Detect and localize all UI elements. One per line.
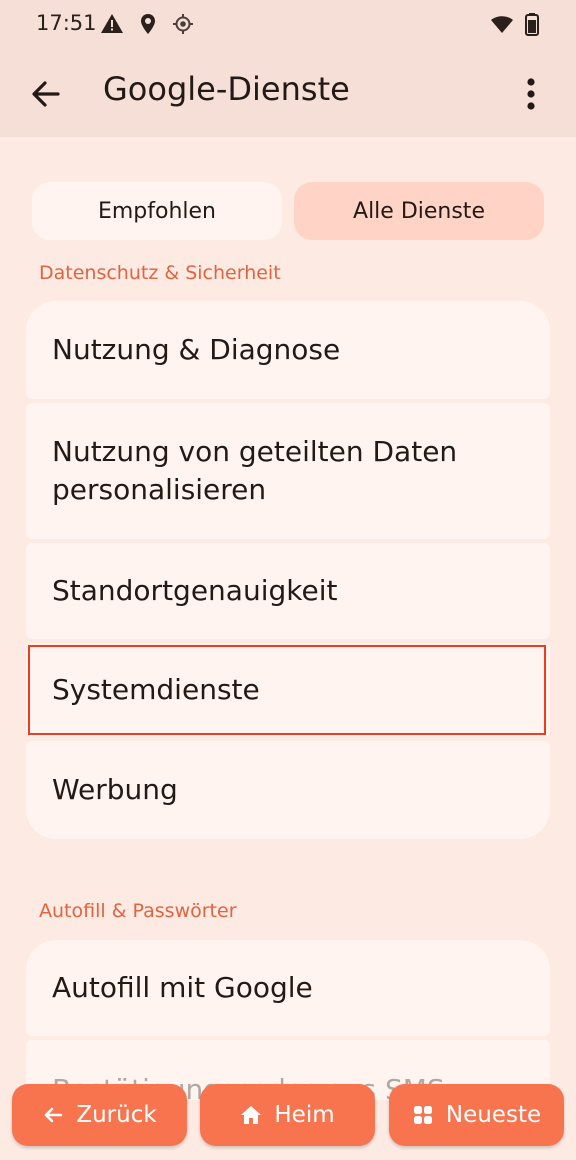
nav-recent-button[interactable]: Neueste — [389, 1084, 564, 1146]
home-icon — [241, 1106, 262, 1124]
gps-icon — [173, 14, 193, 34]
more-vert-icon[interactable] — [512, 74, 550, 114]
list-item-label: Autofill mit Google — [52, 971, 313, 1004]
list-item-standortgenauigkeit[interactable]: Standortgenauigkeit — [26, 543, 550, 639]
arrow-left-icon — [45, 1107, 63, 1123]
nav-back-button[interactable]: Zurück — [12, 1084, 187, 1146]
grid-icon — [413, 1106, 432, 1124]
location-pin-icon — [141, 14, 155, 34]
list-item-label: Nutzung & Diagnose — [52, 333, 341, 366]
list-item-geteilte-daten[interactable]: Nutzung von geteilten Daten personalisie… — [26, 403, 550, 539]
list-item-autofill-google[interactable]: Autofill mit Google — [26, 940, 550, 1036]
tab-label: Empfohlen — [97, 198, 217, 224]
tab-alle-dienste[interactable]: Alle Dienste — [294, 182, 544, 240]
app-bar: Google-Dienste — [0, 50, 576, 137]
warning-icon — [101, 14, 123, 33]
list-item-werbung[interactable]: Werbung — [26, 741, 550, 839]
list-item-label: Standortgenauigkeit — [52, 574, 338, 607]
list-item-nutzung-diagnose[interactable]: Nutzung & Diagnose — [26, 301, 550, 399]
wifi-icon — [491, 16, 513, 33]
nav-home-label: Heim — [274, 1102, 335, 1128]
tab-label: Alle Dienste — [353, 198, 485, 224]
section-header-datenschutz: Datenschutz & Sicherheit — [39, 262, 281, 284]
battery-icon — [525, 13, 539, 36]
nav-home-button[interactable]: Heim — [200, 1084, 375, 1146]
list-item-label: Systemdienste — [52, 673, 260, 706]
back-arrow-icon[interactable] — [26, 74, 66, 114]
page-title: Google-Dienste — [103, 70, 350, 108]
list-item-systemdienste[interactable]: Systemdienste — [26, 643, 550, 737]
nav-back-label: Zurück — [76, 1102, 157, 1128]
list-item-label: Werbung — [52, 773, 178, 806]
section-header-autofill: Autofill & Passwörter — [39, 900, 237, 922]
list-item-label: Nutzung von geteilten Daten personalisie… — [52, 435, 458, 506]
nav-recent-label: Neueste — [445, 1102, 542, 1128]
bottom-nav: Zurück Heim Neueste — [0, 1070, 576, 1160]
status-time: 17:51 — [36, 11, 97, 35]
status-bar: 17:51 — [0, 0, 576, 50]
tab-empfohlen[interactable]: Empfohlen — [32, 182, 282, 240]
